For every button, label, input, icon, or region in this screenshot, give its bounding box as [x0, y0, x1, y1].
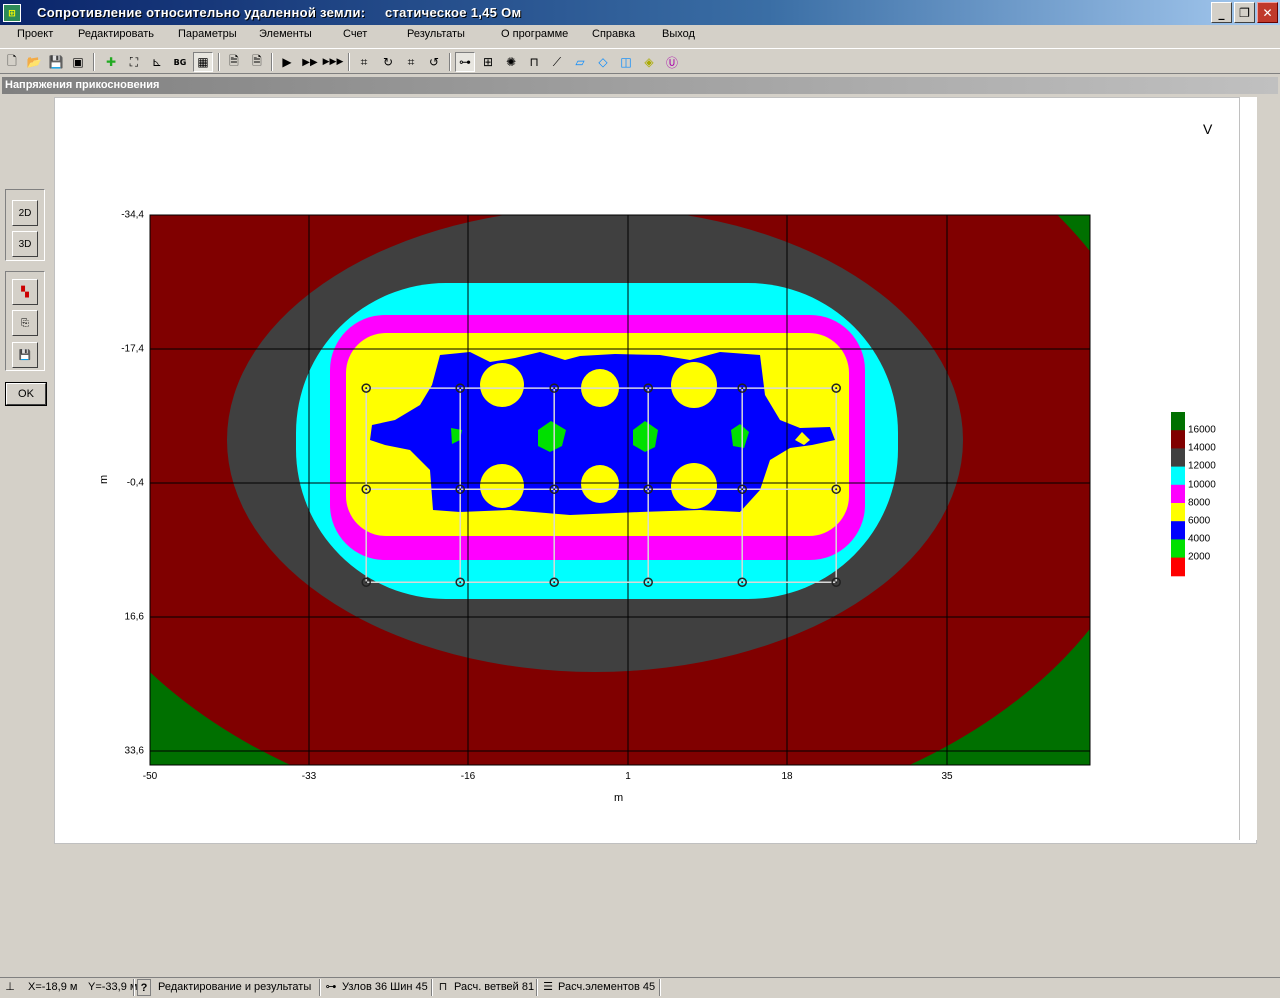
legend-swatch [1171, 503, 1185, 522]
contour-map [150, 215, 1090, 765]
legend-swatch [1171, 557, 1185, 577]
grid-node-center [647, 387, 650, 390]
grid-node-center [741, 581, 744, 584]
legend-swatch [1171, 412, 1185, 431]
heatmap-plot [149, 214, 1185, 766]
legend-label: 6000 [1188, 515, 1211, 527]
grid-node-center [835, 488, 838, 491]
status-elements: Расч.элементов 45 [558, 981, 656, 993]
x-tick-label: -16 [460, 771, 476, 782]
legend-label: 14000 [1188, 442, 1216, 454]
x-tick-label: 18 [781, 771, 793, 782]
grid-node-center [553, 488, 556, 491]
legend [1171, 412, 1185, 577]
legend-swatch [1171, 430, 1185, 449]
x-axis-label: m [614, 792, 624, 804]
legend-label: 16000 [1188, 424, 1216, 436]
legend-swatch [1171, 466, 1185, 486]
grid-node-center [553, 581, 556, 584]
status-nodes: Узлов 36 Шин 45 [342, 981, 428, 993]
status-branches: Расч. ветвей 81 [454, 981, 535, 993]
x-tick-label: -50 [142, 771, 158, 782]
x-tick-label: -33 [301, 771, 317, 782]
legend-label: 10000 [1188, 479, 1216, 491]
status-mode: Редактирование и результаты [158, 981, 312, 993]
x-tick-label: 35 [941, 771, 953, 782]
legend-label: 4000 [1188, 533, 1211, 545]
legend-label: 8000 [1188, 497, 1211, 509]
bracket-status-icon: ⊓ [438, 980, 448, 993]
grid-node-center [553, 387, 556, 390]
help-icon[interactable]: ? [137, 979, 151, 996]
grid-node-center [835, 581, 838, 584]
legend-label: 12000 [1188, 460, 1216, 472]
grid-node-center [365, 387, 368, 390]
coordinates-icon: ⊥ [5, 980, 15, 993]
grid-node-center [459, 581, 462, 584]
legend-swatch [1171, 484, 1185, 504]
y-tick-label: 33,6 [124, 745, 144, 757]
legend-swatch [1171, 539, 1185, 559]
status-y: Y=-33,9 м [88, 981, 138, 993]
unit-label: V [1203, 121, 1213, 137]
elements-status-icon: ☰ [543, 980, 553, 993]
y-tick-label: -17,4 [121, 343, 144, 355]
status-x: X=-18,9 м [28, 981, 78, 993]
y-tick-label: -0,4 [126, 477, 144, 489]
legend-label: 2000 [1188, 551, 1211, 563]
grid-node-center [459, 387, 462, 390]
legend-swatch [1171, 521, 1185, 540]
grid-node-center [741, 387, 744, 390]
grid-node-center [365, 581, 368, 584]
grid-node-center [835, 387, 838, 390]
grid-node-center [365, 488, 368, 491]
grid-node-center [647, 581, 650, 584]
grid-node-center [741, 488, 744, 491]
grid-node-center [647, 488, 650, 491]
y-tick-label: -34,4 [121, 209, 144, 221]
x-tick-label: 1 [625, 771, 631, 782]
y-tick-label: 16,6 [124, 611, 144, 623]
legend-swatch [1171, 448, 1185, 468]
branch-status-icon: ⊶ [325, 980, 337, 993]
grid-node-center [459, 488, 462, 491]
